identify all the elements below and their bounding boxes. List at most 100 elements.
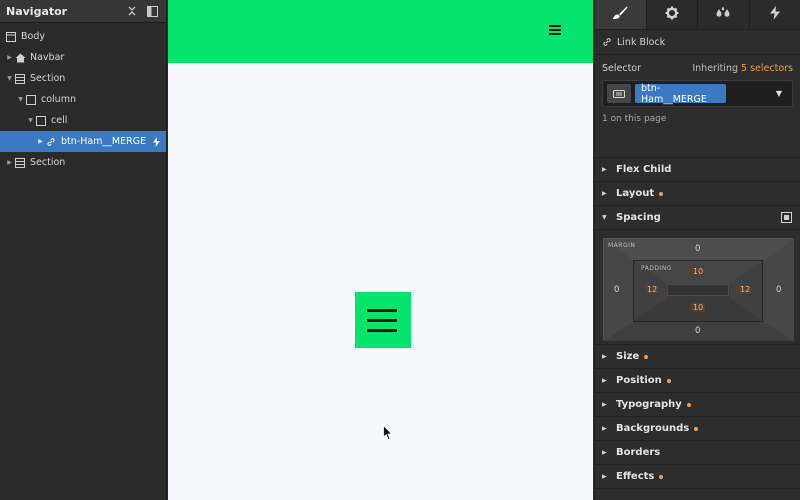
section-position[interactable]: ▶ Position (595, 369, 800, 393)
tree-item-body[interactable]: Body (0, 26, 166, 47)
selector-field[interactable]: btn-Ham__MERGE ▼ (602, 80, 793, 107)
selector-toggle-icon[interactable] (607, 84, 631, 103)
navigator-tree: Body ▶ Navbar ▼ Section ▼ column ▼ cell … (0, 23, 166, 173)
padding-right[interactable]: 12 (738, 285, 753, 294)
section-flex-child[interactable]: ▶ Flex Child (595, 158, 800, 182)
bolt-icon[interactable] (153, 136, 160, 147)
brush-icon (612, 6, 628, 23)
margin-left[interactable]: 0 (614, 285, 619, 295)
mouse-cursor-icon (383, 424, 393, 444)
selector-label: Selector (602, 62, 642, 74)
tree-item-label: Section (30, 73, 66, 84)
margin-bottom[interactable]: 0 (695, 326, 700, 336)
caret-down-icon[interactable]: ▼ (16, 96, 25, 103)
home-icon (14, 52, 26, 64)
section-label: Borders (616, 447, 661, 458)
margin-label: MARGIN (608, 242, 636, 249)
section-label: Effects (616, 471, 655, 482)
navigator-panel: Navigator Body ▶ Navbar ▼ Section ▼ colu… (0, 0, 167, 500)
section-label: Size (616, 351, 640, 362)
close-collapse-icon[interactable] (124, 3, 140, 19)
caret-right-icon: ▶ (602, 473, 607, 480)
link-icon (602, 37, 612, 47)
padding-box: PADDING 10 12 10 12 (633, 260, 763, 322)
section-layout[interactable]: ▶ Layout (595, 182, 800, 206)
selector-section: Selector Inheriting 5 selectors btn-Ham_… (595, 55, 800, 158)
tab-interactions[interactable] (698, 0, 750, 29)
dock-panel-icon[interactable] (144, 3, 160, 19)
section-spacing[interactable]: ▼ Spacing (595, 206, 800, 230)
hamburger-line (367, 329, 397, 332)
spacing-view-icon[interactable] (781, 212, 792, 223)
hamburger-line (367, 309, 397, 312)
hamburger-icon[interactable] (549, 25, 561, 35)
margin-top[interactable]: 0 (695, 244, 700, 254)
bolt-icon (769, 6, 780, 23)
section-backgrounds[interactable]: ▶ Backgrounds (595, 417, 800, 441)
margin-right[interactable]: 0 (776, 285, 781, 295)
selector-chip[interactable]: btn-Ham__MERGE (635, 83, 726, 105)
style-panel: Link Block Selector Inheriting 5 selecto… (594, 0, 800, 500)
section-size[interactable]: ▶ Size (595, 345, 800, 369)
caret-right-icon: ▶ (602, 166, 607, 173)
navbar-preview[interactable] (168, 0, 593, 63)
link-icon (45, 136, 57, 148)
caret-right-icon[interactable]: ▶ (5, 54, 14, 61)
hamburger-button[interactable] (355, 292, 411, 348)
spacing-box-model: MARGIN 0 0 0 0 PADDING 10 12 10 12 (595, 230, 800, 345)
modified-dot (659, 191, 664, 196)
hamburger-line (367, 319, 397, 322)
padding-top[interactable]: 10 (691, 267, 706, 276)
tree-item-column[interactable]: ▼ column (0, 89, 166, 110)
caret-right-icon: ▶ (602, 401, 607, 408)
navigator-title: Navigator (6, 4, 68, 18)
padding-bottom[interactable]: 10 (691, 303, 706, 312)
section-typography[interactable]: ▶ Typography (595, 393, 800, 417)
section-borders[interactable]: ▶ Borders (595, 441, 800, 465)
inheriting-info: Inheriting 5 selectors (692, 63, 793, 74)
section-label: Typography (616, 399, 682, 410)
tree-item-cell[interactable]: ▼ cell (0, 110, 166, 131)
caret-down-icon: ▼ (602, 214, 607, 221)
square-icon (25, 94, 37, 106)
section-icon (14, 73, 26, 85)
design-canvas[interactable] (168, 0, 593, 500)
modified-dot (694, 426, 699, 431)
tree-item-section[interactable]: ▼ Section (0, 68, 166, 89)
section-label: Position (616, 375, 662, 386)
drops-icon (715, 6, 731, 23)
caret-right-icon[interactable]: ▶ (5, 159, 14, 166)
body-icon (5, 31, 17, 43)
tab-settings[interactable] (647, 0, 698, 29)
tree-item-label: Navbar (30, 52, 65, 63)
modified-dot (659, 474, 664, 479)
panel-tabs (595, 0, 800, 30)
element-type: Link Block (595, 30, 800, 55)
caret-down-icon[interactable]: ▼ (26, 117, 35, 124)
gear-icon (665, 6, 679, 23)
tree-item-label: column (41, 94, 76, 105)
tree-item-label: Body (21, 31, 45, 42)
content-box (667, 284, 729, 296)
tab-bolt[interactable] (750, 0, 800, 29)
padding-label: PADDING (641, 265, 672, 272)
section-icon (14, 157, 26, 169)
section-label: Layout (616, 188, 655, 199)
caret-right-icon[interactable]: ▶ (36, 138, 45, 145)
modified-dot (666, 378, 671, 383)
modified-dot (644, 354, 649, 359)
tree-item-btn-ham-merge[interactable]: ▶ btn-Ham__MERGE (0, 131, 166, 152)
chevron-down-icon[interactable]: ▼ (776, 89, 782, 98)
tree-item-section[interactable]: ▶ Section (0, 152, 166, 173)
tree-item-navbar[interactable]: ▶ Navbar (0, 47, 166, 68)
section-label: Spacing (616, 212, 661, 223)
tab-style[interactable] (595, 0, 647, 29)
tree-item-label: Section (30, 157, 66, 168)
inheriting-selectors-link[interactable]: 5 selectors (741, 63, 793, 74)
section-effects[interactable]: ▶ Effects (595, 465, 800, 489)
navigator-header: Navigator (0, 0, 166, 23)
section-label: Backgrounds (616, 423, 690, 434)
caret-down-icon[interactable]: ▼ (5, 75, 14, 82)
caret-right-icon: ▶ (602, 353, 607, 360)
padding-left[interactable]: 12 (645, 285, 660, 294)
